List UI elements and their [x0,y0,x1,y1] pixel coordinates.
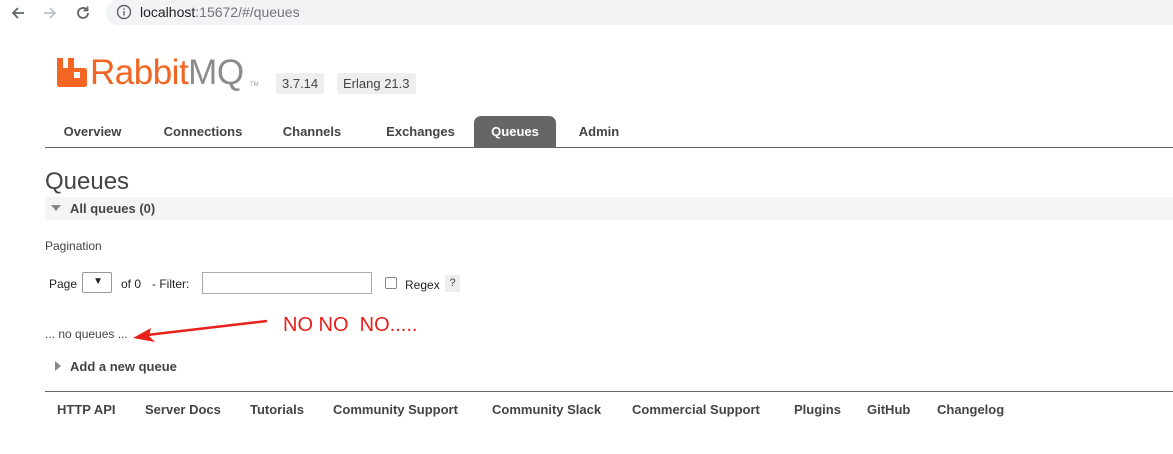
reload-icon [77,6,89,19]
add-queue-section-header[interactable]: Add a new queue [45,356,345,376]
arrow-right-icon [44,7,57,19]
address-bar[interactable]: localhost:15672/#/queues [106,0,1173,25]
rabbitmq-logo-icon [57,58,87,87]
main-nav-tabs: Overview Connections Channels Exchanges … [45,116,1173,148]
url-text: localhost:15672/#/queues [140,4,300,20]
browser-toolbar: localhost:15672/#/queues [0,0,1173,26]
all-queues-section-header[interactable]: All queues (0) [45,197,1173,220]
tab-overview[interactable]: Overview [45,116,140,147]
footer-link-plugins[interactable]: Plugins [794,402,841,417]
add-queue-label: Add a new queue [70,359,177,374]
expand-triangle-icon [55,361,61,371]
erlang-badge: Erlang 21.3 [337,73,416,94]
tab-admin[interactable]: Admin [564,116,634,147]
annotation-arrow [133,319,268,342]
footer-link-commercial-support[interactable]: Commercial Support [632,402,760,417]
arrow-left-icon [11,7,24,19]
page-label: Page [49,277,78,291]
forward-button[interactable] [40,3,60,23]
footer-link-http-api[interactable]: HTTP API [57,402,116,417]
section-label: All queues (0) [70,201,156,216]
pagination-heading: Pagination [45,239,102,253]
filter-label: - Filter: [152,277,190,291]
regex-help-button[interactable]: ? [445,275,460,292]
info-icon[interactable] [116,4,132,20]
dropdown-arrow-icon: ▼ [93,276,103,287]
footer-link-community-support[interactable]: Community Support [333,402,458,417]
tab-channels[interactable]: Channels [267,116,357,147]
page-count: of 0 [121,277,142,291]
empty-state-message: ... no queues ... [45,327,128,341]
page-select[interactable]: ▼ [82,272,112,293]
footer-link-server-docs[interactable]: Server Docs [145,402,221,417]
version-badge: 3.7.14 [276,73,325,94]
tab-exchanges[interactable]: Exchanges [368,116,473,147]
reload-button[interactable] [73,3,93,23]
trademark: TM [250,82,259,88]
footer-link-github[interactable]: GitHub [867,402,910,417]
filter-input[interactable] [202,272,372,294]
pagination-controls: Page ▼ of 0 - Filter: Regex ? [45,271,545,295]
logo-wordmark: RabbitMQ [90,53,244,92]
page-title: Queues [45,168,130,195]
footer-link-community-slack[interactable]: Community Slack [492,402,601,417]
regex-checkbox[interactable] [385,277,397,289]
footer-links: HTTP API Server Docs Tutorials Community… [45,391,1173,431]
annotation-text: NO NO NO..... [283,314,418,336]
footer-link-changelog[interactable]: Changelog [937,402,1004,417]
tab-queues[interactable]: Queues [474,116,556,147]
regex-label: Regex [405,278,440,292]
footer-link-tutorials[interactable]: Tutorials [250,402,304,417]
back-button[interactable] [8,3,28,23]
tab-connections[interactable]: Connections [148,116,258,147]
collapse-triangle-icon [51,205,61,211]
